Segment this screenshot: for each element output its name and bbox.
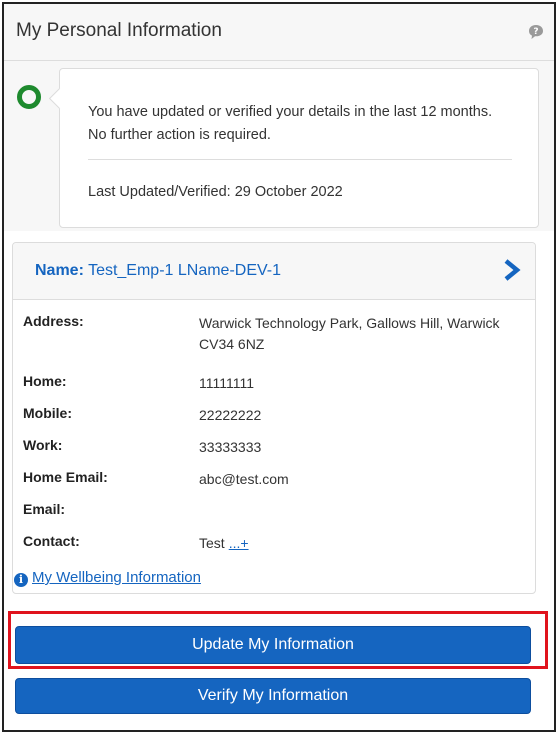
circle-ring-icon bbox=[17, 85, 41, 109]
status-card: You have updated or verified your detail… bbox=[59, 68, 539, 228]
status-message-line2: No further action is required. bbox=[88, 127, 271, 143]
question-bubble-icon[interactable]: ? bbox=[528, 24, 544, 40]
name-label: Name: bbox=[35, 262, 84, 279]
last-updated-text: Last Updated/Verified: 29 October 2022 bbox=[88, 184, 343, 200]
detail-key: Home: bbox=[23, 373, 67, 389]
detail-key: Contact: bbox=[23, 533, 80, 549]
status-message: You have updated or verified your detail… bbox=[88, 101, 528, 147]
person-name[interactable]: Name: Test_Emp-1 LName-DEV-1 bbox=[35, 262, 281, 280]
panel-title: My Personal Information bbox=[16, 20, 222, 41]
status-section: You have updated or verified your detail… bbox=[4, 61, 554, 231]
verify-info-button[interactable]: Verify My Information bbox=[15, 678, 531, 714]
detail-key: Work: bbox=[23, 437, 63, 453]
detail-key: Address: bbox=[23, 313, 84, 329]
panel-header: My Personal Information ? bbox=[4, 4, 554, 61]
detail-value: 33333333 bbox=[199, 439, 262, 455]
person-header[interactable]: Name: Test_Emp-1 LName-DEV-1 bbox=[13, 243, 535, 300]
contact-more-link[interactable]: ...+ bbox=[229, 535, 249, 551]
person-card: Name: Test_Emp-1 LName-DEV-1 Address: Wa… bbox=[12, 242, 536, 594]
info-icon: i bbox=[14, 573, 28, 587]
status-message-line1: You have updated or verified your detail… bbox=[88, 104, 493, 120]
contact-value: Test bbox=[199, 535, 225, 551]
detail-value: 11111111 bbox=[199, 375, 255, 391]
detail-key: Email: bbox=[23, 501, 66, 517]
detail-key: Mobile: bbox=[23, 405, 72, 421]
chevron-right-icon[interactable] bbox=[503, 259, 521, 281]
wellbeing-link[interactable]: My Wellbeing Information bbox=[32, 569, 201, 586]
detail-key: Home Email: bbox=[23, 469, 108, 485]
detail-value: Test ...+ bbox=[199, 533, 529, 554]
name-value: Test_Emp-1 LName-DEV-1 bbox=[88, 262, 282, 279]
svg-text:?: ? bbox=[533, 27, 538, 37]
detail-value: 22222222 bbox=[199, 407, 262, 423]
detail-value: abc@test.com bbox=[199, 471, 289, 487]
divider bbox=[88, 159, 512, 160]
update-info-button[interactable]: Update My Information bbox=[15, 626, 531, 664]
detail-value: Warwick Technology Park, Gallows Hill, W… bbox=[199, 315, 500, 352]
wellbeing-link-row: i My Wellbeing Information bbox=[14, 569, 201, 587]
